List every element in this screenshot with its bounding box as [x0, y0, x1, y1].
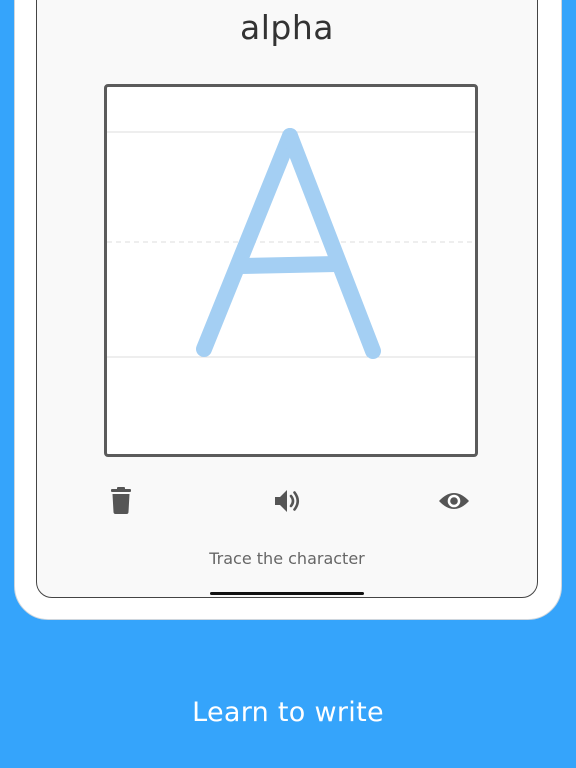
right-diagonal-stroke	[282, 128, 381, 359]
trace-glyph-strokes	[196, 128, 381, 359]
home-indicator[interactable]	[210, 592, 364, 595]
trash-icon	[111, 487, 131, 514]
show-guide-button[interactable]	[434, 481, 474, 521]
app-screen: alpha Trace the character	[36, 0, 538, 598]
eye-icon	[439, 493, 469, 509]
instruction-text: Trace the character	[209, 549, 365, 568]
speaker-icon	[275, 490, 300, 512]
tracing-canvas[interactable]	[104, 84, 478, 457]
toolbar	[37, 481, 537, 521]
tracing-guide	[107, 128, 475, 359]
crossbar-stroke	[233, 256, 344, 274]
promo-tagline: Learn to write	[192, 697, 384, 728]
character-name: alpha	[240, 8, 334, 47]
play-sound-button[interactable]	[268, 481, 308, 521]
clear-button[interactable]	[101, 481, 141, 521]
